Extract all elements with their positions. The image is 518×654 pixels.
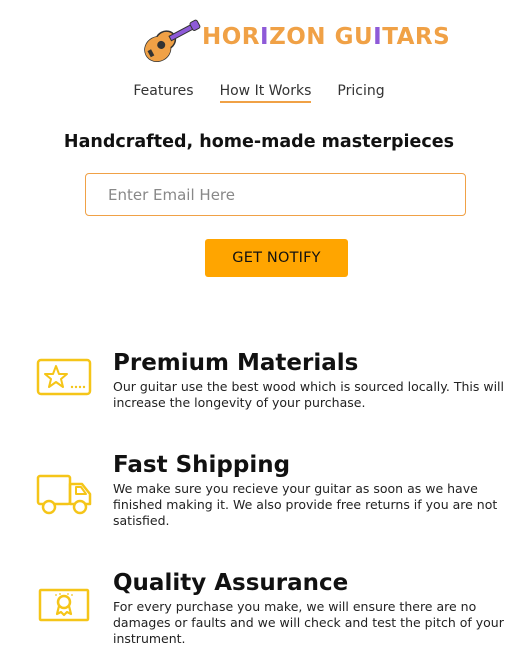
brand-name: HORIZON GUITARS: [202, 24, 451, 50]
email-input[interactable]: [85, 173, 466, 216]
hero-tagline: Handcrafted, home-made masterpieces: [63, 132, 455, 152]
landing-page: HORIZON GUITARS Features How It Works Pr…: [0, 0, 518, 654]
feature-title: Premium Materials: [113, 350, 359, 376]
feature-description: We make sure you recieve your guitar as …: [113, 481, 498, 528]
main-nav: Features How It Works Pricing: [0, 83, 518, 103]
nav-item-features[interactable]: Features: [133, 83, 193, 103]
feature-description: For every purchase you make, we will ens…: [113, 599, 504, 646]
truck-icon: [36, 474, 92, 515]
certificate-icon: [38, 588, 90, 622]
brand-logo[interactable]: HORIZON GUITARS: [134, 8, 450, 62]
star-card-icon: [36, 358, 92, 396]
guitar-icon: [144, 19, 201, 62]
feature-description: Our guitar use the best wood which is so…: [113, 379, 504, 410]
feature-title: Fast Shipping: [113, 452, 291, 478]
feature-title: Quality Assurance: [113, 570, 349, 596]
get-notify-button[interactable]: GET NOTIFY: [205, 239, 348, 277]
nav-item-pricing[interactable]: Pricing: [337, 83, 384, 103]
nav-item-how-it-works[interactable]: How It Works: [219, 83, 312, 103]
